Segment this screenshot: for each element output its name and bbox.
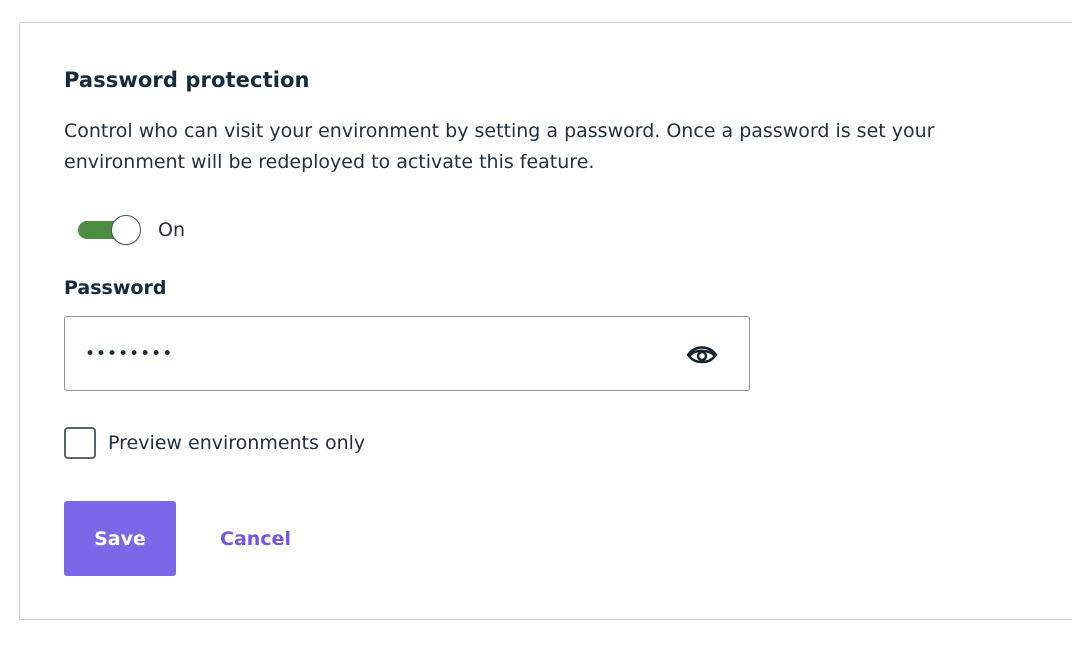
preview-only-checkbox[interactable] [64, 427, 96, 459]
protection-toggle[interactable] [78, 215, 146, 245]
show-password-button[interactable] [685, 340, 719, 368]
save-button[interactable]: Save [64, 501, 176, 576]
protection-toggle-row: On [78, 213, 185, 247]
eye-icon [686, 346, 718, 364]
password-field [64, 316, 750, 391]
cancel-button[interactable]: Cancel [206, 501, 305, 576]
password-input[interactable] [85, 317, 665, 390]
preview-only-option[interactable]: Preview environments only [64, 427, 365, 459]
toggle-state-label: On [158, 219, 185, 241]
section-description: Control who can visit your environment b… [64, 120, 935, 173]
section-title: Password protection [64, 68, 310, 92]
password-protection-panel: Password protection Control who can visi… [19, 22, 1072, 620]
toggle-knob [111, 215, 141, 245]
password-label: Password [64, 277, 167, 299]
preview-only-label: Preview environments only [108, 432, 366, 454]
